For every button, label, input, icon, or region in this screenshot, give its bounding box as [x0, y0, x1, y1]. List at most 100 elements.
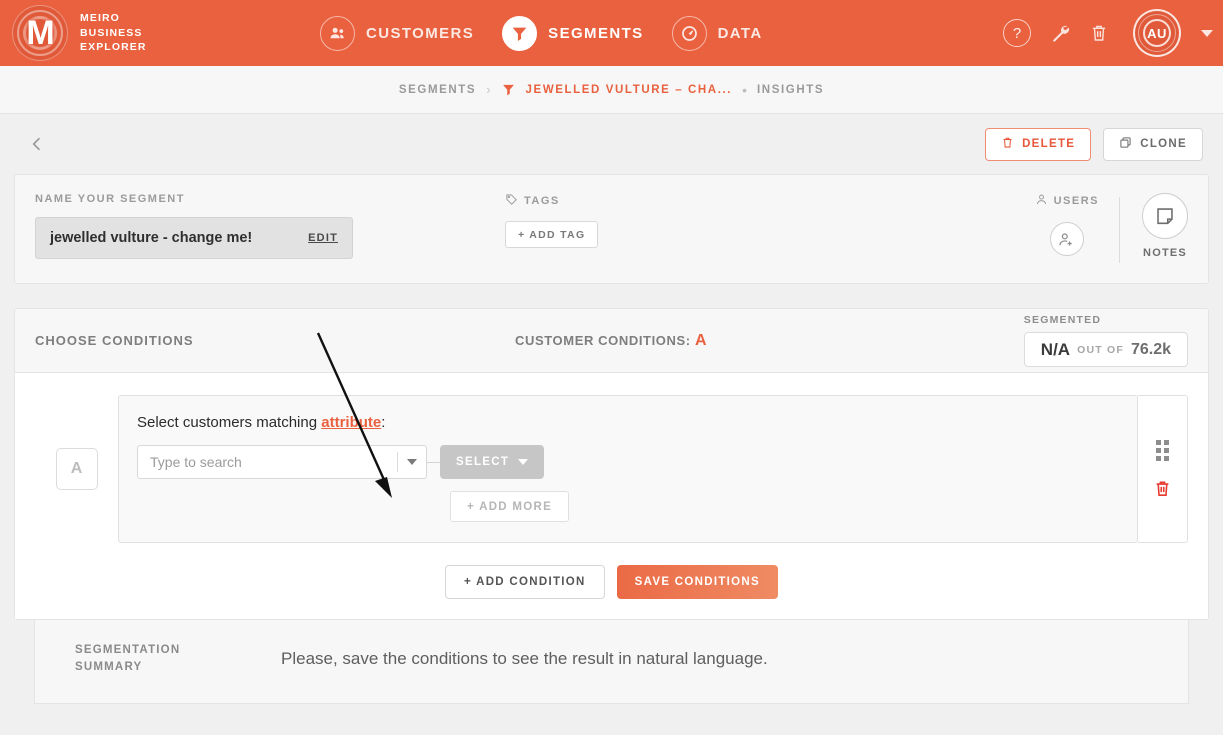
avatar[interactable]: AU — [1133, 9, 1181, 57]
segmented-label: SEGMENTED — [1023, 314, 1102, 326]
segmented-out-of-label: OUT OF — [1077, 343, 1124, 356]
breadcrumb-separator: › — [486, 82, 491, 97]
customer-conditions-label-row: CUSTOMER CONDITIONS: A — [515, 332, 1024, 350]
choose-conditions-label: CHOOSE CONDITIONS — [35, 333, 194, 348]
segmented-value-box: N/A OUT OF 76.2k — [1023, 332, 1188, 367]
notes-block[interactable]: NOTES — [1120, 193, 1188, 259]
gauge-icon — [671, 15, 707, 51]
condition-controls: SELECT — [137, 445, 1117, 479]
tags-column: TAGS + ADD TAG — [505, 193, 1035, 248]
customer-conditions-letter: A — [694, 331, 708, 349]
delete-button[interactable]: DELETE — [985, 127, 1092, 161]
add-tag-button[interactable]: + ADD TAG — [505, 221, 599, 248]
chevron-down-icon — [518, 459, 529, 465]
breadcrumb-insights[interactable]: INSIGHTS — [757, 84, 824, 96]
brand-name: MEIRO BUSINESS EXPLORER — [80, 11, 147, 54]
avatar-initials: AU — [1147, 25, 1167, 41]
chevron-left-icon[interactable] — [20, 128, 53, 160]
condition-action-buttons: + ADD CONDITION SAVE CONDITIONS — [35, 565, 1188, 599]
condition-row: A Select customers matching attribute: T… — [35, 395, 1188, 543]
condition-panel: Select customers matching attribute: SEL… — [118, 395, 1138, 543]
segmentation-summary-text: Please, save the conditions to see the r… — [281, 649, 768, 669]
top-nav-right-actions: ? AU — [1003, 0, 1213, 66]
trash-icon[interactable] — [1089, 23, 1109, 43]
funnel-icon — [502, 15, 538, 51]
segmented-total: 76.2k — [1130, 340, 1171, 358]
edit-name-link[interactable]: EDIT — [308, 232, 338, 244]
breadcrumb-dot: • — [742, 81, 748, 98]
summary-label-line-2: SUMMARY — [75, 661, 143, 674]
clone-button[interactable]: CLONE — [1103, 127, 1203, 161]
segment-name-field[interactable]: jewelled vulture - change me! EDIT — [35, 217, 353, 259]
active-tab-pointer — [562, 50, 583, 60]
attribute-link[interactable]: attribute — [321, 414, 381, 431]
breadcrumb-segments[interactable]: SEGMENTS — [399, 84, 476, 96]
segmentation-summary: SEGMENTATION SUMMARY Please, save the co… — [34, 620, 1189, 704]
add-more-row: + ADD MORE — [137, 491, 1117, 522]
trash-icon — [1001, 136, 1014, 152]
name-your-segment-label: NAME YOUR SEGMENT — [35, 193, 185, 205]
meiro-logo-icon: M — [12, 5, 68, 61]
add-user-icon[interactable] — [1049, 222, 1084, 256]
copy-icon — [1119, 136, 1132, 152]
tags-label: TAGS — [524, 195, 560, 207]
condition-side-actions — [1138, 395, 1188, 543]
chevron-down-icon[interactable] — [1201, 29, 1213, 37]
condition-sentence-prefix: Select customers matching — [137, 414, 322, 431]
nav-item-customers[interactable]: CUSTOMERS — [320, 15, 474, 51]
question-mark-icon[interactable]: ? — [1003, 19, 1031, 47]
nav-item-data[interactable]: DATA — [671, 15, 763, 51]
add-condition-button[interactable]: + ADD CONDITION — [445, 565, 605, 599]
segment-name-value: jewelled vulture - change me! — [50, 230, 253, 246]
nav-label-segments: SEGMENTS — [548, 24, 644, 42]
users-label-row: USERS — [1035, 193, 1099, 209]
brand-line-3: EXPLORER — [80, 41, 147, 54]
note-icon[interactable] — [1142, 193, 1188, 239]
condition-letter-wrap: A — [35, 395, 118, 543]
breadcrumb-current-segment[interactable]: JEWELLED VULTURE – CHA... — [526, 84, 733, 96]
segmented-value: N/A — [1040, 339, 1071, 359]
segment-name-column: NAME YOUR SEGMENT jewelled vulture - cha… — [35, 193, 505, 259]
wrench-icon[interactable] — [1049, 22, 1071, 44]
select-button-label: SELECT — [456, 456, 510, 468]
main-nav-items: CUSTOMERS SEGMENTS DATA — [320, 15, 763, 60]
brand-logo-block[interactable]: M MEIRO BUSINESS EXPLORER — [0, 5, 320, 61]
brand-line-2: BUSINESS — [80, 26, 143, 39]
tag-icon — [505, 193, 518, 209]
conditions-card: CHOOSE CONDITIONS CUSTOMER CONDITIONS: A… — [14, 308, 1209, 620]
nav-label-data: DATA — [717, 24, 763, 42]
users-notes-column: USERS NOTES — [1035, 193, 1188, 263]
add-more-button[interactable]: + ADD MORE — [450, 491, 570, 522]
segmentation-summary-label: SEGMENTATION SUMMARY — [75, 642, 225, 677]
connector-line — [427, 461, 440, 463]
summary-label-line-1: SEGMENTATION — [75, 644, 181, 656]
delete-button-label: DELETE — [1022, 138, 1076, 150]
chevron-down-icon[interactable] — [398, 459, 426, 465]
condition-sentence: Select customers matching attribute: — [137, 414, 1117, 431]
select-button[interactable]: SELECT — [440, 445, 545, 479]
user-icon — [1035, 193, 1048, 209]
segment-actions: DELETE CLONE — [985, 127, 1203, 161]
delete-condition-icon[interactable] — [1153, 479, 1172, 498]
notes-label: NOTES — [1143, 247, 1187, 259]
conditions-header: CHOOSE CONDITIONS CUSTOMER CONDITIONS: A… — [15, 309, 1208, 373]
search-input[interactable] — [150, 454, 397, 470]
condition-sentence-suffix: : — [381, 414, 386, 431]
action-bar: DELETE CLONE — [14, 114, 1209, 174]
tags-label-row: TAGS — [505, 193, 1035, 209]
segmented-stat: SEGMENTED N/A OUT OF 76.2k — [1023, 314, 1188, 367]
nav-item-segments[interactable]: SEGMENTS — [502, 15, 644, 60]
condition-letter-badge: A — [55, 448, 98, 490]
page-content: DELETE CLONE NAME YOUR SEGMENT jewelled … — [0, 114, 1223, 704]
segment-info-card: NAME YOUR SEGMENT jewelled vulture - cha… — [14, 174, 1209, 284]
save-conditions-button[interactable]: SAVE CONDITIONS — [616, 565, 778, 599]
drag-handle-icon[interactable] — [1156, 440, 1169, 461]
customers-group-icon — [320, 15, 355, 51]
attribute-search-box[interactable] — [137, 445, 427, 479]
users-block: USERS — [1035, 193, 1119, 256]
logo-letter: M — [26, 14, 54, 52]
conditions-body: A Select customers matching attribute: T… — [15, 373, 1208, 619]
top-navigation-bar: M MEIRO BUSINESS EXPLORER CUSTOMERS SEGM… — [0, 0, 1223, 66]
clone-button-label: CLONE — [1140, 138, 1187, 150]
brand-line-1: MEIRO — [80, 12, 120, 25]
